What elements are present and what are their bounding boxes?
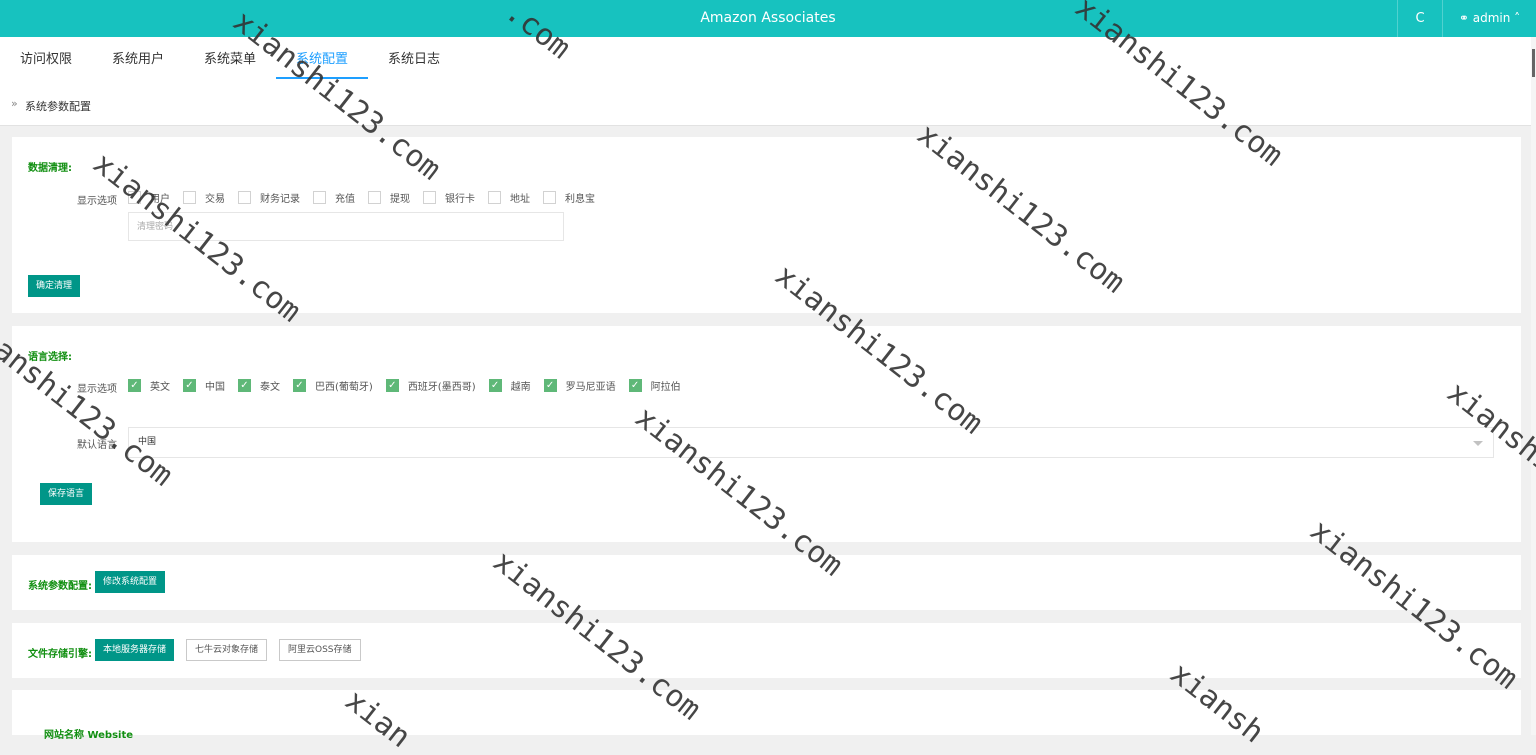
checkbox[interactable]	[488, 191, 501, 204]
cleanup-password-input[interactable]: 清理密码	[128, 212, 564, 241]
cleanup-option[interactable]: 用户	[128, 190, 170, 205]
language-options: ✓ 英文 ✓ 中国 ✓ 泰文 ✓ 巴西(葡萄牙) ✓ 西班牙(墨西哥) ✓ 越南 ✓ 罗马尼亚…	[128, 378, 694, 393]
data-cleanup-panel: 数据清理: 显示选项 用户 交易 财务记录 充值 提现 银行卡 地址 利息宝 清…	[12, 137, 1521, 313]
language-option[interactable]: ✓ 阿拉伯	[628, 378, 681, 393]
cleanup-option[interactable]: 交易	[183, 190, 225, 205]
checkbox[interactable]	[368, 191, 381, 204]
top-bar: Amazon Associates C ⚭ admin ˄	[0, 0, 1536, 37]
language-title: 语言选择:	[28, 352, 72, 363]
default-language-value: 中国	[138, 437, 157, 447]
cleanup-option[interactable]: 银行卡	[423, 190, 475, 205]
cleanup-options: 用户 交易 财务记录 充值 提现 银行卡 地址 利息宝	[128, 190, 608, 205]
website-panel: 网站名称 Website	[12, 690, 1521, 741]
cleanup-option[interactable]: 利息宝	[543, 190, 595, 205]
checkmark-icon[interactable]: ✓	[183, 379, 196, 392]
confirm-cleanup-button[interactable]: 确定清理	[28, 275, 81, 297]
user-icon: ⚭	[1458, 11, 1469, 25]
website-title: 网站名称 Website	[44, 730, 134, 741]
tab-access[interactable]: 访问权限	[12, 37, 80, 77]
checkbox[interactable]	[313, 191, 326, 204]
breadcrumb: » 系统参数配置	[0, 82, 1536, 126]
user-menu[interactable]: ⚭ admin ˄	[1442, 0, 1536, 37]
data-cleanup-title: 数据清理:	[28, 163, 72, 174]
sys-params-panel: 系统参数配置: 修改系统配置	[12, 555, 1521, 610]
storage-qiniu-button[interactable]: 七牛云对象存储	[186, 639, 268, 661]
language-option[interactable]: ✓ 巴西(葡萄牙)	[293, 378, 373, 393]
language-option[interactable]: ✓ 西班牙(墨西哥)	[385, 378, 476, 393]
tab-logs[interactable]: 系统日志	[380, 37, 448, 77]
refresh-icon[interactable]: C	[1397, 0, 1442, 37]
checkbox[interactable]	[183, 191, 196, 204]
language-option[interactable]: ✓ 中国	[183, 378, 225, 393]
tab-bar: 访问权限 系统用户 系统菜单 系统配置 系统日志	[0, 37, 1536, 82]
cleanup-option[interactable]: 地址	[488, 190, 530, 205]
cleanup-option[interactable]: 财务记录	[238, 190, 300, 205]
user-name: admin	[1472, 11, 1511, 25]
language-panel: 语言选择: 显示选项 ✓ 英文 ✓ 中国 ✓ 泰文 ✓ 巴西(葡萄牙) ✓ 西班牙(墨西哥…	[12, 326, 1521, 542]
checkmark-icon[interactable]: ✓	[385, 379, 399, 392]
checkmark-icon[interactable]: ✓	[293, 379, 306, 392]
cleanup-option[interactable]: 提现	[368, 190, 410, 205]
breadcrumb-current: 系统参数配置	[25, 100, 91, 113]
edit-sys-config-button[interactable]: 修改系统配置	[95, 571, 166, 593]
tab-config[interactable]: 系统配置	[276, 37, 368, 79]
scrollbar-thumb[interactable]	[1532, 49, 1535, 77]
storage-title: 文件存储引擎:	[28, 649, 92, 660]
language-option[interactable]: ✓ 英文	[128, 378, 170, 393]
double-chevron-right-icon: »	[11, 97, 18, 110]
tab-menu[interactable]: 系统菜单	[196, 37, 264, 77]
language-option[interactable]: ✓ 越南	[488, 378, 531, 393]
sys-params-title: 系统参数配置:	[28, 581, 92, 592]
app-title: Amazon Associates	[700, 10, 836, 26]
tab-users[interactable]: 系统用户	[104, 37, 172, 77]
chevron-up-icon: ˄	[1514, 11, 1521, 25]
checkbox[interactable]	[423, 191, 436, 204]
language-option[interactable]: ✓ 罗马尼亚语	[543, 378, 616, 393]
default-language-select[interactable]: 中国	[128, 427, 1494, 458]
save-language-button[interactable]: 保存语言	[40, 483, 93, 505]
language-options-label: 显示选项	[77, 384, 117, 395]
checkbox[interactable]	[238, 191, 251, 204]
checkmark-icon[interactable]: ✓	[628, 379, 642, 392]
scrollbar[interactable]	[1531, 37, 1536, 735]
checkmark-icon[interactable]: ✓	[488, 379, 502, 392]
checkbox[interactable]	[543, 191, 556, 204]
storage-panel: 文件存储引擎: 本地服务器存储 七牛云对象存储 阿里云OSS存储	[12, 623, 1521, 678]
checkmark-icon[interactable]: ✓	[543, 379, 557, 392]
cleanup-options-label: 显示选项	[77, 196, 117, 207]
cleanup-option[interactable]: 充值	[313, 190, 355, 205]
checkbox[interactable]	[128, 191, 141, 204]
default-language-label: 默认语言	[77, 440, 117, 451]
storage-local-button[interactable]: 本地服务器存储	[95, 639, 175, 661]
checkmark-icon[interactable]: ✓	[238, 379, 251, 392]
checkmark-icon[interactable]: ✓	[128, 379, 141, 392]
caret-down-icon	[1473, 441, 1483, 446]
storage-aliyun-button[interactable]: 阿里云OSS存储	[279, 639, 361, 661]
language-option[interactable]: ✓ 泰文	[238, 378, 280, 393]
